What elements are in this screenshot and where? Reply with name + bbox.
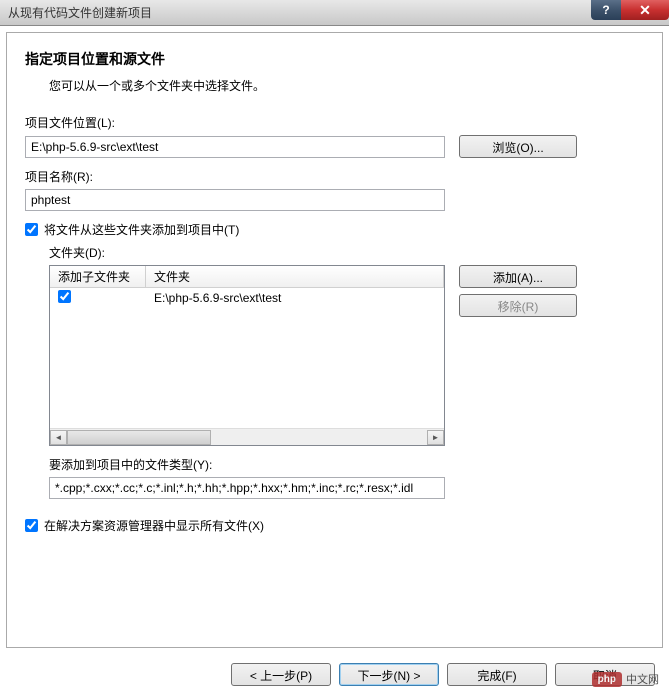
table-body: E:\php-5.6.9-src\ext\test (50, 288, 444, 428)
add-folders-checkbox-row: 将文件从这些文件夹添加到项目中(T) (25, 221, 644, 238)
add-folders-label: 将文件从这些文件夹添加到项目中(T) (44, 221, 239, 238)
col-folder[interactable]: 文件夹 (146, 266, 444, 287)
finish-button[interactable]: 完成(F) (447, 663, 547, 686)
help-button[interactable]: ? (591, 0, 621, 20)
name-input[interactable] (25, 189, 445, 211)
add-folders-checkbox[interactable] (25, 223, 38, 236)
next-button[interactable]: 下一步(N) > (339, 663, 439, 686)
location-input[interactable] (25, 136, 445, 158)
show-all-row: 在解决方案资源管理器中显示所有文件(X) (25, 517, 644, 534)
folder-table: 添加子文件夹 文件夹 E:\php-5.6.9-src\ext\test ◄ ► (49, 265, 445, 446)
page-heading: 指定项目位置和源文件 (25, 49, 644, 69)
add-folder-button[interactable]: 添加(A)... (459, 265, 577, 288)
scroll-left-icon[interactable]: ◄ (50, 430, 67, 445)
window-title: 从现有代码文件创建新项目 (8, 4, 152, 21)
row-path: E:\php-5.6.9-src\ext\test (146, 291, 444, 305)
folder-label: 文件夹(D): (49, 244, 644, 261)
filetypes-input[interactable] (49, 477, 445, 499)
col-subfolders[interactable]: 添加子文件夹 (50, 266, 146, 287)
table-header: 添加子文件夹 文件夹 (50, 266, 444, 288)
scroll-right-icon[interactable]: ► (427, 430, 444, 445)
location-label: 项目文件位置(L): (25, 114, 644, 131)
browse-button[interactable]: 浏览(O)... (459, 135, 577, 158)
prev-button[interactable]: < 上一步(P) (231, 663, 331, 686)
titlebar: 从现有代码文件创建新项目 ? ✕ (0, 0, 669, 26)
scroll-track[interactable] (67, 430, 427, 445)
page-subheading: 您可以从一个或多个文件夹中选择文件。 (49, 77, 644, 94)
wizard-panel: 指定项目位置和源文件 您可以从一个或多个文件夹中选择文件。 项目文件位置(L):… (6, 32, 663, 648)
row-checkbox[interactable] (58, 290, 71, 303)
close-button[interactable]: ✕ (621, 0, 669, 20)
show-all-checkbox[interactable] (25, 519, 38, 532)
horizontal-scrollbar[interactable]: ◄ ► (50, 428, 444, 445)
remove-folder-button[interactable]: 移除(R) (459, 294, 577, 317)
filetypes-label: 要添加到项目中的文件类型(Y): (49, 456, 644, 473)
scroll-thumb[interactable] (67, 430, 211, 445)
table-row[interactable]: E:\php-5.6.9-src\ext\test (50, 288, 444, 308)
wizard-buttons: < 上一步(P) 下一步(N) > 完成(F) 取消 (0, 654, 669, 694)
show-all-label: 在解决方案资源管理器中显示所有文件(X) (44, 517, 264, 534)
name-label: 项目名称(R): (25, 168, 644, 185)
cancel-button[interactable]: 取消 (555, 663, 655, 686)
window-controls: ? ✕ (591, 0, 669, 20)
